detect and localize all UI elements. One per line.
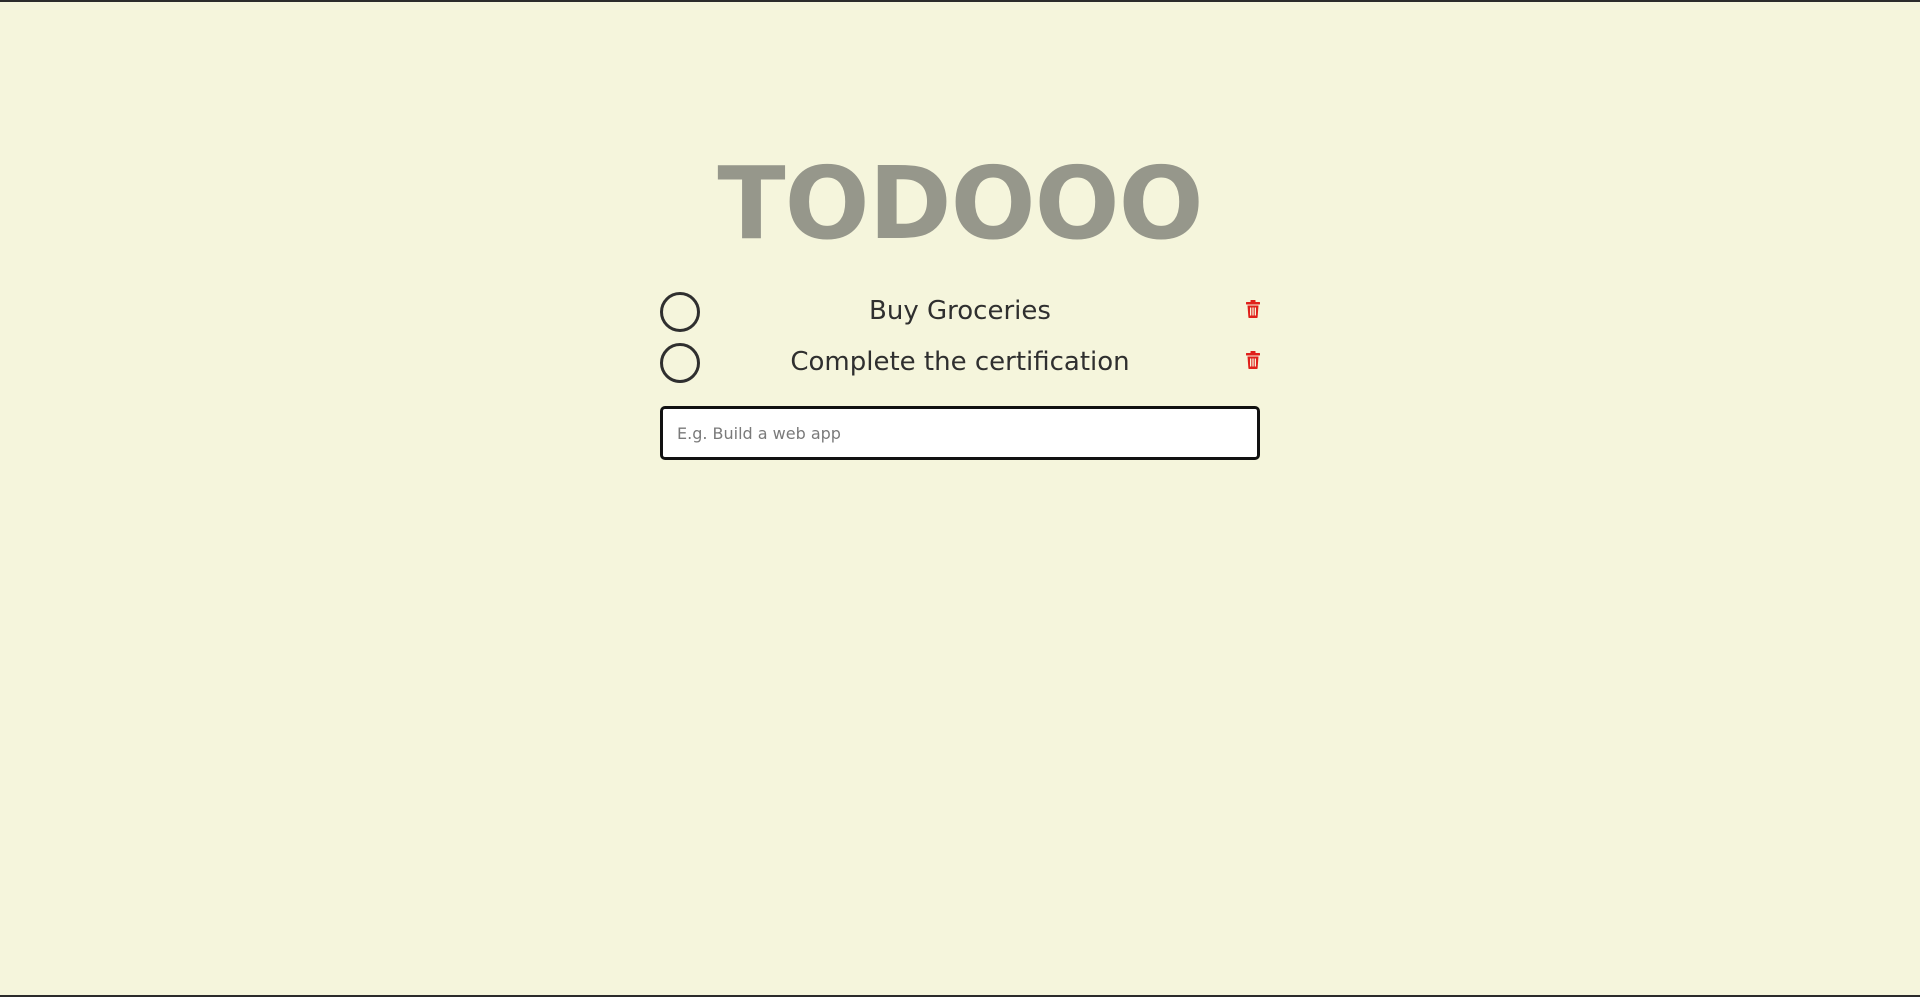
app-title: TODOOO bbox=[717, 145, 1203, 262]
todo-list: Buy Groceries Complete the certification bbox=[660, 289, 1260, 391]
todo-item: Complete the certification bbox=[660, 340, 1260, 391]
trash-icon[interactable] bbox=[1246, 351, 1260, 369]
new-todo-input[interactable] bbox=[660, 406, 1260, 460]
trash-icon[interactable] bbox=[1246, 300, 1260, 318]
todo-text: Buy Groceries bbox=[869, 296, 1051, 326]
todo-item: Buy Groceries bbox=[660, 289, 1260, 340]
todo-text: Complete the certification bbox=[790, 347, 1130, 377]
todo-checkbox-icon[interactable] bbox=[660, 292, 700, 332]
todo-checkbox-icon[interactable] bbox=[660, 343, 700, 383]
